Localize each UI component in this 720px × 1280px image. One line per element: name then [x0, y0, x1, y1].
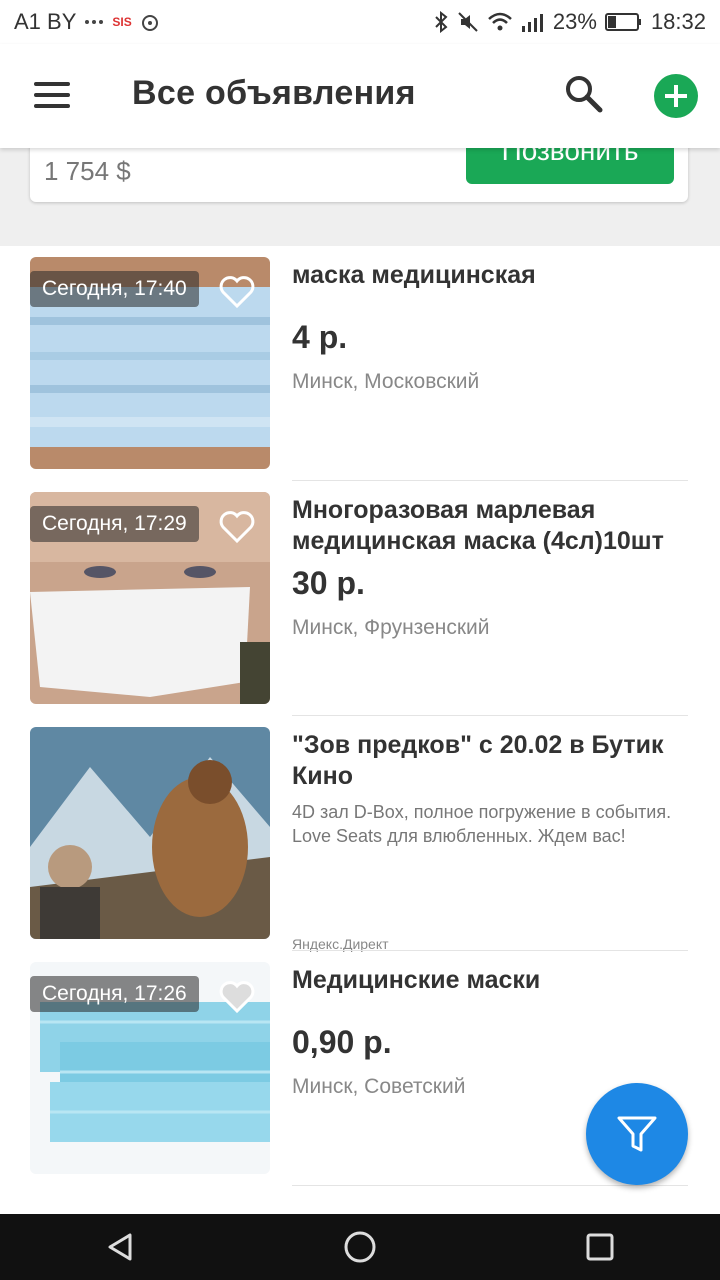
- listing-title: Многоразовая марлевая медицинская маска …: [292, 496, 664, 555]
- battery-icon: [604, 12, 643, 32]
- page-title: Все объявления: [132, 74, 416, 112]
- menu-icon[interactable]: [34, 82, 70, 110]
- listing-time: Сегодня, 17:40: [30, 271, 199, 307]
- listing-price: 0,90 р.: [292, 1024, 392, 1060]
- system-nav-bar: [0, 1214, 720, 1280]
- clock: 18:32: [650, 9, 706, 34]
- sync-icon: [140, 12, 160, 32]
- signal-dots-icon: [84, 17, 104, 27]
- heart-icon[interactable]: [218, 978, 256, 1014]
- listing-time: Сегодня, 17:26: [30, 976, 199, 1012]
- home-circle-icon[interactable]: [330, 1222, 390, 1272]
- listing-location: Минск, Московский: [292, 370, 480, 393]
- status-bar: A1 BY SIS 23% 18:32: [0, 0, 720, 44]
- mute-icon: [457, 11, 479, 33]
- listing-list: Сегодня, 17:40 маска медицинская 4 р. Ми…: [0, 246, 720, 1186]
- listing-price: 30 р.: [292, 565, 365, 601]
- listing-location: Минск, Фрунзенский: [292, 616, 490, 639]
- heart-icon[interactable]: [218, 273, 256, 309]
- listing-photo[interactable]: Сегодня, 17:26: [30, 962, 270, 1174]
- divider: [292, 1185, 688, 1186]
- list-item[interactable]: Сегодня, 17:29 Многоразовая марлевая мед…: [0, 481, 720, 716]
- promoted-card-price: 1 754 $: [44, 156, 131, 186]
- plus-icon: [665, 85, 687, 107]
- carrier-label: A1 BY: [14, 9, 77, 34]
- listing-time: Сегодня, 17:29: [30, 506, 199, 542]
- ad-photo[interactable]: [30, 727, 270, 939]
- filter-icon: [617, 1116, 657, 1152]
- wifi-icon: [487, 11, 513, 33]
- battery-percent: 23%: [552, 9, 597, 34]
- listing-title: маска медицинская: [292, 261, 536, 289]
- listing-title: Медицинские маски: [292, 966, 541, 994]
- ad-item[interactable]: "Зов предков" с 20.02 в Бутик Кино 4D за…: [0, 716, 720, 952]
- sms-icon: SIS: [112, 15, 132, 29]
- filter-button[interactable]: [586, 1083, 688, 1185]
- listing-price: 4 р.: [292, 319, 348, 355]
- movie-poster-image: [30, 727, 270, 939]
- ad-title: "Зов предков" с 20.02 в Бутик Кино: [292, 731, 664, 790]
- heart-icon[interactable]: [218, 508, 256, 544]
- search-icon[interactable]: [562, 72, 606, 116]
- cell-signal-icon: [521, 11, 545, 33]
- ad-description: 4D зал D-Box, полное погружение в событи…: [292, 802, 672, 846]
- listing-photo[interactable]: Сегодня, 17:29: [30, 492, 270, 704]
- app-bar: Все объявления: [0, 44, 720, 148]
- back-triangle-icon[interactable]: [90, 1222, 150, 1272]
- bluetooth-icon: [433, 11, 449, 33]
- add-listing-button[interactable]: [654, 74, 698, 118]
- list-item[interactable]: Сегодня, 17:40 маска медицинская 4 р. Ми…: [0, 246, 720, 481]
- listing-photo[interactable]: Сегодня, 17:40: [30, 257, 270, 469]
- recents-square-icon[interactable]: [570, 1222, 630, 1272]
